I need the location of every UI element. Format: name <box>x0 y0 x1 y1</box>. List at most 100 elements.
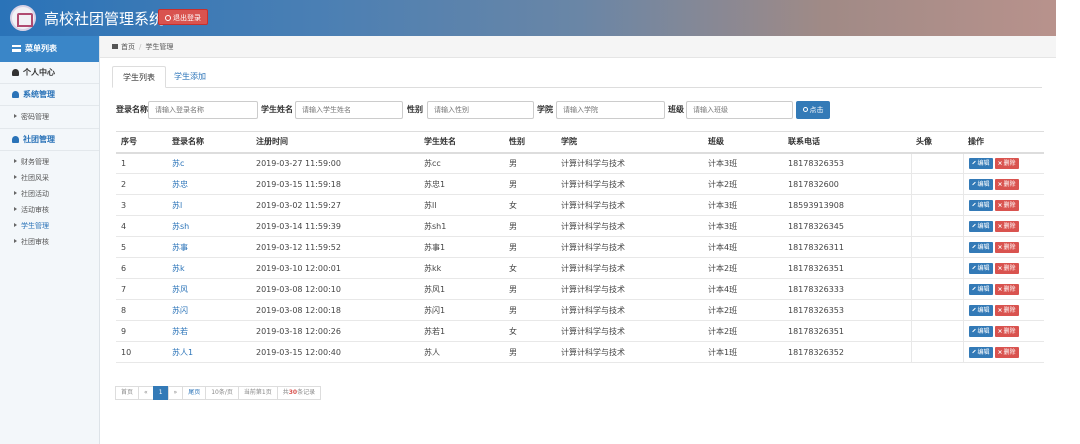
sidebar: 菜单列表 个人中心 系统管理 密码管理 社团管理 财务管理 社团风采 社团活动 … <box>0 36 100 444</box>
sidebar-section-club[interactable]: 社团管理 <box>0 129 99 151</box>
class-input[interactable] <box>686 101 793 119</box>
cell-gender: 女 <box>504 257 556 279</box>
cell-login-name[interactable]: 苏k <box>167 257 251 279</box>
pencil-icon <box>971 160 976 165</box>
table-row: 10 苏人1 2019-03-15 12:00:40 苏人男计算计科学与技术 计本1班 1… <box>116 341 1044 363</box>
edit-button[interactable]: 编辑 <box>968 241 993 253</box>
cell-gender: 男 <box>504 341 556 363</box>
breadcrumb-current: 学生管理 <box>145 43 174 51</box>
caret-right-icon <box>14 175 17 179</box>
cell-class: 计本2班 <box>703 299 783 321</box>
cell-login-name[interactable]: 苏风 <box>167 278 251 300</box>
sidebar-item-club-style[interactable]: 社团风采 <box>0 170 99 186</box>
prev-page-link[interactable]: « <box>138 386 154 400</box>
cell-login-name[interactable]: 苏若 <box>167 320 251 342</box>
university-logo-icon <box>10 5 36 31</box>
delete-label: 删除 <box>1003 243 1016 251</box>
pencil-icon <box>971 181 976 185</box>
cell-gender: 男 <box>504 173 556 195</box>
search-icon <box>802 107 808 112</box>
cell-college: 计算计科学与技术 <box>556 278 703 300</box>
cell-login-name[interactable]: 苏忠 <box>167 173 251 195</box>
column-header-class: 班级 <box>703 131 783 154</box>
cell-avatar <box>910 152 964 174</box>
edit-button[interactable]: 编辑 <box>968 262 993 274</box>
delete-button[interactable]: ×删除 <box>994 262 1019 274</box>
header-blank-area <box>1056 0 1080 36</box>
sidebar-item-activity-review[interactable]: 活动审核 <box>0 202 99 218</box>
breadcrumb-home[interactable]: 首页 <box>121 43 135 51</box>
delete-button[interactable]: ×删除 <box>994 304 1019 316</box>
cell-phone: 18178326351 <box>783 320 911 342</box>
student-name-label: 学生姓名 <box>261 105 293 114</box>
cell-college: 计算计科学与技术 <box>556 152 703 174</box>
delete-button[interactable]: ×删除 <box>994 178 1019 190</box>
delete-button[interactable]: ×删除 <box>994 325 1019 337</box>
cell-index: 8 <box>116 299 167 321</box>
edit-button[interactable]: 编辑 <box>968 325 993 337</box>
cell-student-name: 苏cc <box>419 152 504 174</box>
cell-avatar <box>910 236 964 258</box>
page-1-link[interactable]: 1 <box>152 386 169 400</box>
delete-button[interactable]: ×删除 <box>994 157 1019 169</box>
sidebar-item-personal[interactable]: 个人中心 <box>0 62 99 84</box>
cell-register-time: 2019-03-12 11:59:52 <box>251 236 419 258</box>
college-input[interactable] <box>556 101 665 119</box>
app-title: 高校社团管理系统 <box>44 10 165 28</box>
delete-button[interactable]: ×删除 <box>994 199 1019 211</box>
sidebar-menu-title: 菜单列表 <box>0 36 99 62</box>
next-page-link[interactable]: » <box>167 386 184 400</box>
edit-button[interactable]: 编辑 <box>968 220 993 232</box>
delete-button[interactable]: ×删除 <box>994 283 1019 295</box>
sidebar-item-finance[interactable]: 财务管理 <box>0 154 99 170</box>
search-button[interactable]: 点击 <box>796 101 830 119</box>
edit-label: 编辑 <box>977 222 990 230</box>
edit-button[interactable]: 编辑 <box>968 157 993 169</box>
student-name-input[interactable] <box>295 101 403 119</box>
cell-student-name: 苏忠1 <box>419 173 504 195</box>
column-header-student-name: 学生姓名 <box>419 131 504 154</box>
edit-button[interactable]: 编辑 <box>968 283 993 295</box>
cell-login-name[interactable]: 苏闪 <box>167 299 251 321</box>
edit-label: 编辑 <box>977 348 990 356</box>
pagination: 首页 « 1 » 尾页 10条/页 当前第1页 共30条记录 <box>115 386 322 400</box>
gender-input[interactable] <box>427 101 534 119</box>
sidebar-menu-title-label: 菜单列表 <box>25 44 57 53</box>
last-page-link[interactable]: 尾页 <box>182 386 207 400</box>
delete-button[interactable]: ×删除 <box>994 220 1019 232</box>
cell-avatar <box>910 215 964 237</box>
delete-label: 删除 <box>1003 327 1016 335</box>
cell-login-name[interactable]: 苏人1 <box>167 341 251 363</box>
sidebar-item-club-activity[interactable]: 社团活动 <box>0 186 99 202</box>
sidebar-item-activity-review-label: 活动审核 <box>21 206 49 214</box>
delete-button[interactable]: ×删除 <box>994 346 1019 358</box>
cell-actions: 编辑 ×删除 <box>963 152 1044 174</box>
first-page-link[interactable]: 首页 <box>115 386 140 400</box>
cell-login-name[interactable]: 苏事 <box>167 236 251 258</box>
cell-college: 计算计科学与技术 <box>556 194 703 216</box>
cell-index: 6 <box>116 257 167 279</box>
edit-button[interactable]: 编辑 <box>968 199 993 211</box>
login-name-input[interactable] <box>148 101 258 119</box>
app-header: 高校社团管理系统 退出登录 <box>0 0 1056 36</box>
cell-login-name[interactable]: 苏l <box>167 194 251 216</box>
student-table: 序号 登录名称 注册时间 学生姓名 性别 学院 班级 联系电话 头像 操作 1 苏c 2019-03-… <box>116 131 1044 363</box>
logout-button[interactable]: 退出登录 <box>158 9 208 25</box>
cell-phone: 18178326353 <box>783 299 911 321</box>
sidebar-item-student-management[interactable]: 学生管理 <box>0 218 99 234</box>
edit-button[interactable]: 编辑 <box>968 304 993 316</box>
cell-index: 9 <box>116 320 167 342</box>
tab-student-list[interactable]: 学生列表 <box>112 66 166 88</box>
cell-avatar <box>910 299 964 321</box>
cell-login-name[interactable]: 苏c <box>167 152 251 174</box>
cell-login-name[interactable]: 苏sh <box>167 215 251 237</box>
tab-student-add[interactable]: 学生添加 <box>164 66 216 88</box>
sidebar-section-system[interactable]: 系统管理 <box>0 84 99 106</box>
delete-button[interactable]: ×删除 <box>994 241 1019 253</box>
sidebar-item-club-review[interactable]: 社团审核 <box>0 234 99 250</box>
caret-right-icon <box>14 191 17 195</box>
sidebar-item-club-activity-label: 社团活动 <box>21 190 49 198</box>
edit-button[interactable]: 编辑 <box>968 178 993 190</box>
edit-button[interactable]: 编辑 <box>968 346 993 358</box>
sidebar-item-password[interactable]: 密码管理 <box>0 109 99 125</box>
